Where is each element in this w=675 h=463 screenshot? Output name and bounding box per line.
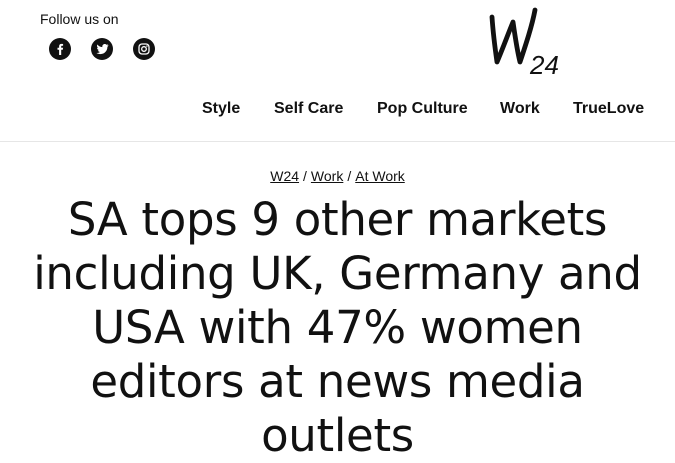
breadcrumb-w24[interactable]: W24 [270, 168, 299, 184]
nav-item-pop-culture[interactable]: Pop Culture [377, 100, 468, 118]
breadcrumb-separator: / [347, 168, 352, 184]
site-logo[interactable]: W 24 [486, 4, 578, 80]
instagram-icon [138, 43, 150, 55]
facebook-icon [57, 43, 64, 55]
facebook-link[interactable] [49, 38, 71, 60]
twitter-icon [96, 44, 108, 55]
breadcrumb-separator: / [303, 168, 307, 184]
social-links [49, 38, 155, 60]
nav-item-self-care[interactable]: Self Care [274, 100, 343, 118]
twitter-link[interactable] [91, 38, 113, 60]
breadcrumb-at-work[interactable]: At Work [355, 168, 405, 184]
main-nav: Style Self Care Pop Culture Work TrueLov… [0, 100, 675, 122]
header-divider [0, 141, 675, 142]
nav-item-truelove[interactable]: TrueLove [573, 100, 644, 118]
breadcrumb: W24/Work / At Work [0, 168, 675, 184]
logo-number: 24 [529, 50, 559, 78]
nav-item-work[interactable]: Work [500, 100, 540, 118]
article-title: SA tops 9 other markets including UK, Ge… [33, 193, 642, 462]
follow-us-label: Follow us on [40, 11, 119, 27]
instagram-link[interactable] [133, 38, 155, 60]
breadcrumb-work[interactable]: Work [311, 168, 343, 184]
nav-item-style[interactable]: Style [202, 100, 240, 118]
